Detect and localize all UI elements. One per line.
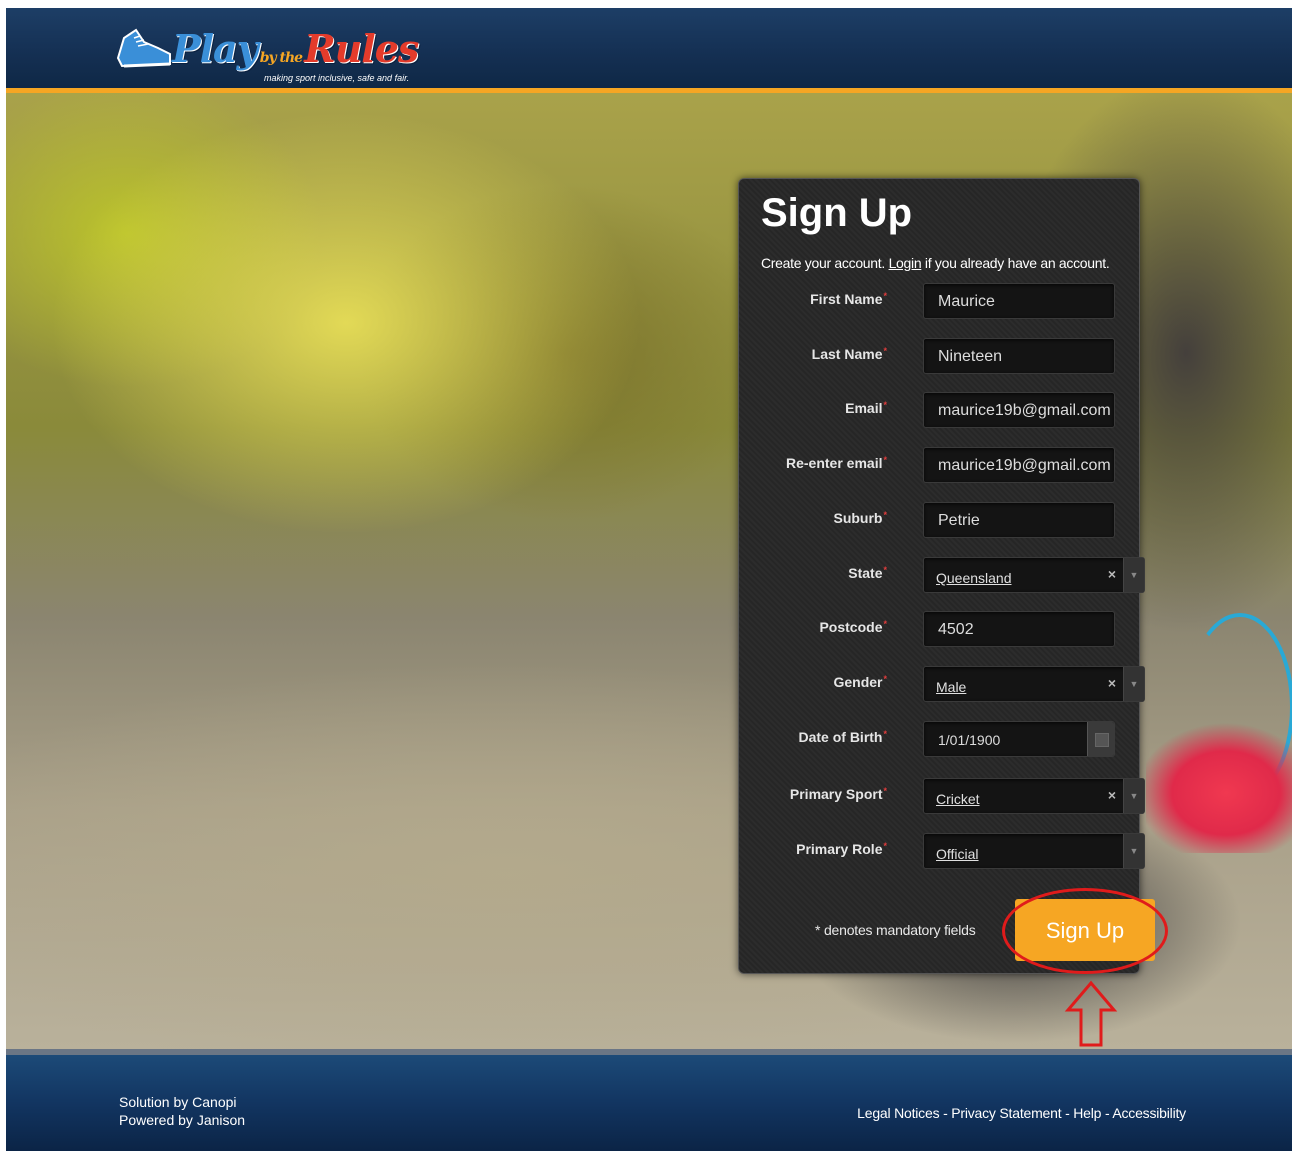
dropdown-arrow-icon[interactable]: ▼ — [1123, 779, 1144, 813]
intro-prefix: Create your account. — [761, 255, 885, 271]
link-separator: - — [939, 1105, 952, 1121]
site-header: Play by theRules making sport inclusive, … — [6, 8, 1292, 88]
footer-links: Legal Notices - Privacy Statement - Help… — [857, 1105, 1186, 1121]
dob-field[interactable]: 1/01/1900 — [923, 721, 1115, 757]
gender-value: Male — [936, 679, 967, 695]
dob-label: Date of Birth* — [798, 729, 887, 745]
logo-by: by the — [259, 50, 303, 66]
state-select[interactable]: Queensland × ▼ — [923, 557, 1145, 593]
link-separator: - — [1061, 1105, 1074, 1121]
footer-credits: Solution by Canopi Powered by Janison — [119, 1093, 245, 1129]
row-suburb: Suburb* Petrie — [739, 502, 1139, 540]
link-separator: - — [1101, 1105, 1113, 1121]
dropdown-arrow-icon[interactable]: ▼ — [1123, 834, 1144, 868]
shoe-logo-icon — [116, 28, 171, 68]
row-dob: Date of Birth* 1/01/1900 — [739, 721, 1139, 759]
primary-role-label: Primary Role* — [796, 841, 887, 857]
legal-notices-link[interactable]: Legal Notices — [857, 1105, 939, 1121]
last-name-field[interactable]: Nineteen — [923, 338, 1115, 374]
site-footer: Solution by Canopi Powered by Janison Le… — [6, 1055, 1292, 1151]
site-logo[interactable]: Play by theRules making sport inclusive, … — [114, 18, 434, 83]
intro-text: Create your account. Login if you alread… — [761, 255, 1110, 271]
logo-play: Play — [172, 26, 259, 71]
intro-suffix: if you already have an account. — [924, 255, 1110, 271]
postcode-label: Postcode* — [819, 619, 887, 635]
dropdown-arrow-icon[interactable]: ▼ — [1123, 667, 1144, 701]
primary-sport-label: Primary Sport* — [789, 786, 887, 802]
primary-role-select[interactable]: Official ▼ — [923, 833, 1145, 869]
clear-icon[interactable]: × — [1108, 566, 1116, 582]
last-name-label: Last Name* — [811, 346, 887, 362]
suburb-label: Suburb* — [833, 510, 887, 526]
clear-icon[interactable]: × — [1108, 675, 1116, 691]
signup-panel: Sign Up Create your account. Login if yo… — [738, 178, 1155, 974]
dropdown-arrow-icon[interactable]: ▼ — [1123, 558, 1144, 592]
reenter-email-field[interactable]: maurice19b@gmail.com — [923, 447, 1115, 483]
row-reenter-email: Re-enter email* maurice19b@gmail.com — [739, 447, 1139, 485]
reenter-email-label: Re-enter email* — [786, 455, 887, 471]
primary-sport-value: Cricket — [936, 791, 980, 807]
row-email: Email* maurice19b@gmail.com — [739, 392, 1139, 430]
row-gender: Gender* Male × ▼ — [739, 666, 1145, 704]
logo-rules: Rules — [304, 26, 419, 71]
logo-tagline: making sport inclusive, safe and fair. — [264, 73, 410, 83]
mandatory-note: * denotes mandatory fields — [815, 922, 976, 938]
calendar-icon[interactable] — [1087, 722, 1114, 756]
gender-label: Gender* — [833, 674, 887, 690]
accessibility-link[interactable]: Accessibility — [1112, 1105, 1186, 1121]
primary-sport-select[interactable]: Cricket × ▼ — [923, 778, 1145, 814]
highlight-circle — [1002, 888, 1168, 974]
dob-value: 1/01/1900 — [938, 732, 1001, 748]
first-name-field[interactable]: Maurice — [923, 283, 1115, 319]
page-title: Sign Up — [761, 191, 913, 235]
logo-wordmark: Play by theRules — [172, 26, 419, 71]
email-field[interactable]: maurice19b@gmail.com — [923, 392, 1115, 428]
row-postcode: Postcode* 4502 — [739, 611, 1139, 649]
privacy-statement-link[interactable]: Privacy Statement — [951, 1105, 1061, 1121]
first-name-label: First Name* — [810, 291, 887, 307]
email-label: Email* — [845, 400, 887, 416]
state-label: State* — [848, 565, 887, 581]
state-value: Queensland — [936, 570, 1012, 586]
row-last-name: Last Name* Nineteen — [739, 338, 1139, 376]
solution-by-text: Solution by Canopi — [119, 1094, 237, 1110]
row-first-name: First Name* Maurice — [739, 283, 1139, 321]
up-arrow-annotation-icon — [1064, 980, 1118, 1047]
row-state: State* Queensland × ▼ — [739, 557, 1145, 595]
suburb-field[interactable]: Petrie — [923, 502, 1115, 538]
clear-icon[interactable]: × — [1108, 787, 1116, 803]
powered-by-text: Powered by Janison — [119, 1112, 246, 1128]
postcode-field[interactable]: 4502 — [923, 611, 1115, 647]
row-primary-sport: Primary Sport* Cricket × ▼ — [739, 778, 1145, 816]
row-primary-role: Primary Role* Official ▼ — [739, 833, 1145, 871]
page-frame: Play by theRules making sport inclusive, … — [6, 8, 1292, 1151]
login-link[interactable]: Login — [889, 255, 922, 271]
gender-select[interactable]: Male × ▼ — [923, 666, 1145, 702]
running-shoe-decor — [1146, 703, 1292, 853]
primary-role-value: Official — [936, 846, 979, 862]
help-link[interactable]: Help — [1073, 1105, 1101, 1121]
